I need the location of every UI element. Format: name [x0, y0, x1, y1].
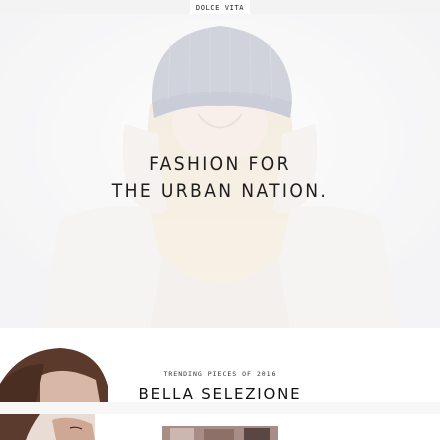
- section-title: BELLA SELEZIONE: [138, 385, 302, 403]
- hero-headline: FASHION FOR THE URBAN NATION.: [0, 151, 440, 205]
- section-subtitle: TRENDING PIECES OF 2016: [163, 370, 277, 378]
- collection-section: TRENDING PIECES OF 2016 BELLA SELEZIONE: [0, 328, 440, 440]
- hero-headline-line1: FASHION FOR: [149, 153, 291, 175]
- hero-banner: FASHION FOR THE URBAN NATION.: [0, 14, 440, 328]
- hero-headline-line2: THE URBAN NATION.: [111, 180, 329, 202]
- model-portrait-photo-2[interactable]: [0, 414, 95, 440]
- collection-photos: [0, 348, 278, 440]
- product-thumbnail-photo[interactable]: [162, 426, 278, 440]
